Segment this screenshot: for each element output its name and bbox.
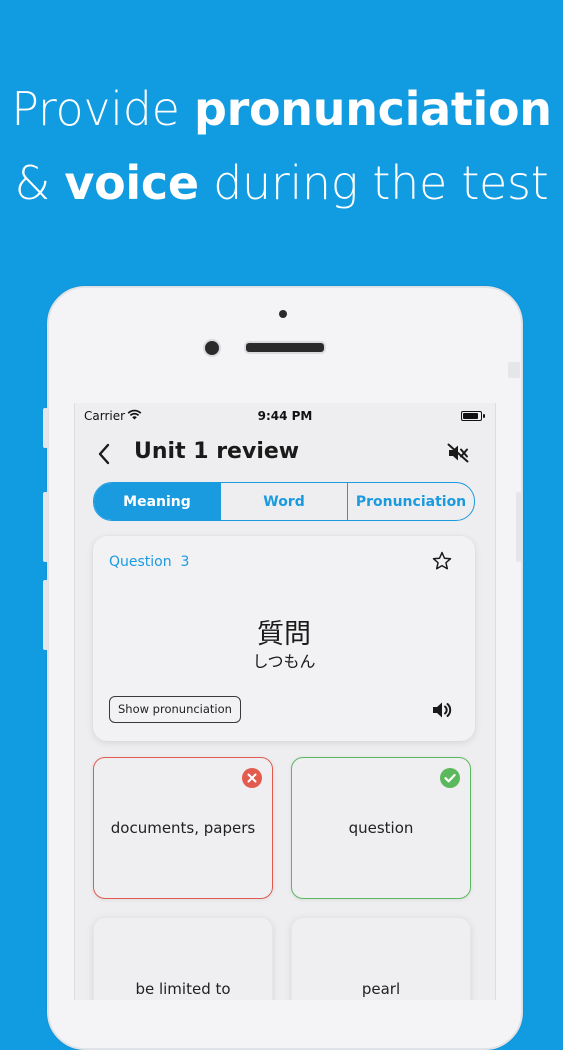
phone-side-button-2 — [43, 492, 48, 562]
tab-meaning[interactable]: Meaning — [94, 483, 221, 520]
phone-sensor — [203, 339, 221, 357]
answer-option-2[interactable]: question — [291, 757, 471, 899]
check-circle-icon — [440, 768, 460, 788]
status-bar: Carrier 9:44 PM — [75, 403, 495, 429]
app-screen: Carrier 9:44 PM Unit 1 review Meaning Wo… — [74, 403, 496, 1000]
question-card: Question 3 質問 しつもん Show pronunciation — [93, 536, 475, 741]
phone-side-button-1 — [43, 408, 48, 448]
phone-camera — [279, 310, 287, 318]
tab-pronunciation[interactable]: Pronunciation — [348, 483, 474, 520]
speaker-icon[interactable] — [431, 700, 453, 724]
question-number-value: 3 — [180, 554, 190, 570]
tab-word[interactable]: Word — [221, 483, 348, 520]
headline: Provide pronunciation & voice during the… — [0, 72, 563, 220]
headline-light-1: Provide — [11, 82, 180, 136]
status-time: 9:44 PM — [257, 409, 313, 423]
headline-bold-2: voice — [64, 156, 199, 210]
headline-bold-1: pronunciation — [193, 82, 552, 136]
headline-light-2b: during the test — [213, 156, 549, 210]
answer-text: question — [348, 819, 414, 837]
headline-line-1: Provide pronunciation — [0, 72, 563, 146]
headline-light-2a: & — [14, 156, 51, 210]
question-number: Question 3 — [109, 554, 189, 570]
answer-text: pearl — [361, 980, 401, 998]
question-label: Question — [109, 554, 172, 570]
phone-side-button-5 — [508, 362, 520, 378]
question-reading: しつもん — [252, 652, 316, 671]
x-circle-icon — [242, 768, 262, 788]
headline-line-2: & voice during the test — [0, 146, 563, 220]
page-title: Unit 1 review — [134, 439, 300, 464]
speaker-muted-icon[interactable] — [447, 443, 469, 467]
phone-side-button-4 — [516, 492, 521, 562]
answer-text: documents, papers — [110, 819, 256, 837]
battery-icon — [461, 411, 485, 421]
show-pronunciation-button[interactable]: Show pronunciation — [109, 696, 241, 723]
chevron-left-icon[interactable] — [97, 443, 111, 469]
star-outline-icon[interactable] — [431, 550, 453, 576]
mode-segmented-control: Meaning Word Pronunciation — [93, 482, 475, 521]
phone-side-button-3 — [43, 580, 48, 650]
question-word: 質問 — [257, 619, 311, 650]
answer-option-4[interactable]: pearl — [291, 917, 471, 1000]
answer-option-3[interactable]: be limited to — [93, 917, 273, 1000]
answer-text: be limited to — [135, 980, 231, 998]
phone-earpiece — [244, 341, 326, 354]
answer-option-1[interactable]: documents, papers — [93, 757, 273, 899]
